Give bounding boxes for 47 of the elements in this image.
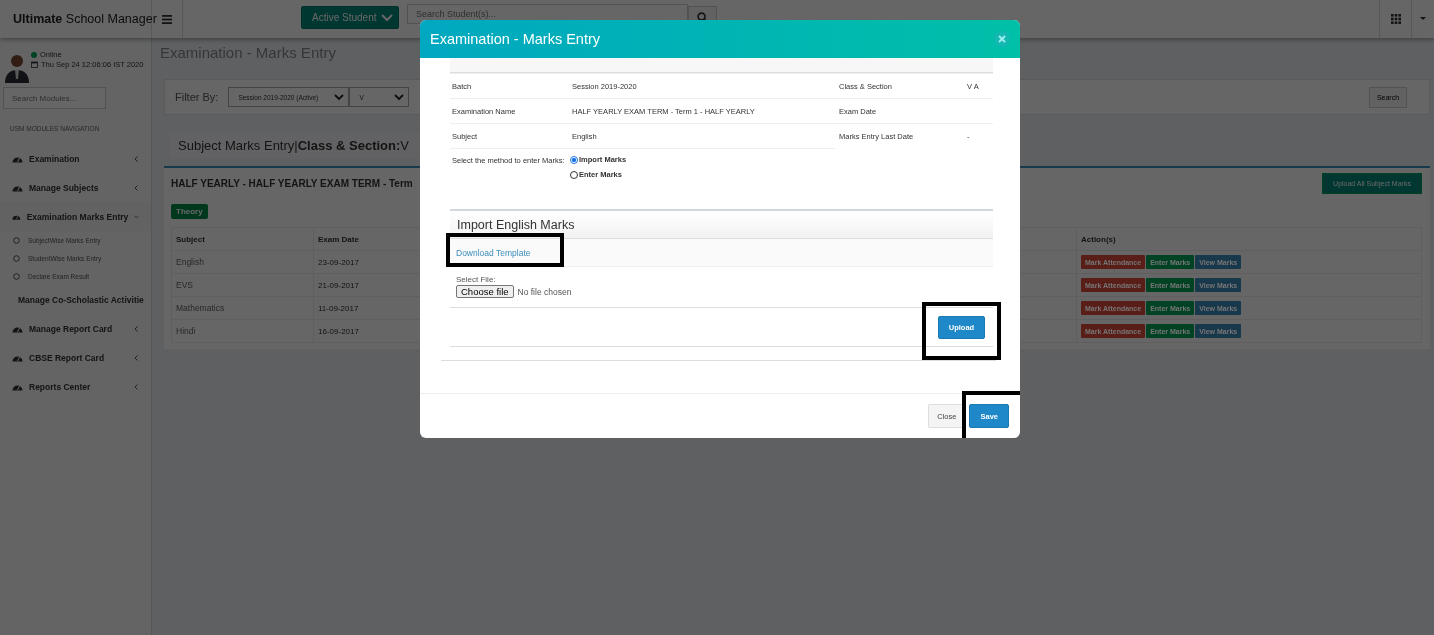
chevron-down-icon [381,13,393,22]
student-filter-dropdown[interactable]: Active Student [301,6,399,29]
menu-icon[interactable] [162,14,172,24]
sidebar-item[interactable]: Manage Report Card [0,314,151,343]
online-status-dot [31,51,37,58]
theory-badge: Theory [171,204,208,219]
chevron-left-icon [133,354,139,361]
app-logo: Ultimate School Manager [13,12,157,26]
chevron-down-icon [334,93,345,101]
circle-icon [13,272,20,280]
apps-grid-icon[interactable] [1390,14,1401,24]
chevron-down-icon [134,213,139,220]
table-cell-text: 21-09-2017 [317,279,360,292]
close-icon [998,35,1006,43]
exam-title: HALF YEARLY - HALF YEARLY EXAM TERM - Term [171,177,413,189]
chevron-left-icon [133,155,139,162]
filter-label: Filter By: [175,91,219,103]
sidebar-item[interactable]: Examination [0,144,151,173]
chevron-left-icon [133,383,139,390]
circle-icon [13,254,20,262]
chevron-down-icon [394,93,405,101]
column-header: Exam Date [317,233,360,246]
close-button[interactable] [994,31,1010,47]
sidebar-item[interactable]: Manage Subjects [0,173,151,202]
column-header: Subject [172,228,314,250]
column-header: Action(s) [1076,228,1421,250]
calendar-icon [31,61,38,68]
circle-icon [13,236,20,244]
modal-title: Examination - Marks Entry [430,31,601,47]
chevron-left-icon [133,184,139,191]
sidebar-item[interactable]: Reports Center [0,372,151,401]
caret-icon[interactable] [1420,17,1426,21]
panel-title: Subject Marks Entry|Class & Section:V [178,138,409,153]
table-cell-text: 23-09-2017 [317,256,360,269]
file-status: No file chosen [517,286,572,297]
download-template-link[interactable]: Download Template [456,247,531,258]
chevron-left-icon [133,325,139,332]
import-title: Import English Marks [457,217,575,232]
avatar [4,53,30,83]
choose-file-button[interactable]: Choose file [456,285,514,298]
sidebar-item[interactable]: CBSE Report Card [0,343,151,372]
table-cell: Mathematics [172,297,314,319]
table-cell-text: 16-09-2017 [317,325,360,338]
table-cell-text: 11-09-2017 [317,302,360,315]
sidebar-item[interactable]: Manage Co-Scholastic Activitie [0,285,151,314]
file-label: Select File: [456,276,497,284]
table-cell: EVS [172,274,314,296]
